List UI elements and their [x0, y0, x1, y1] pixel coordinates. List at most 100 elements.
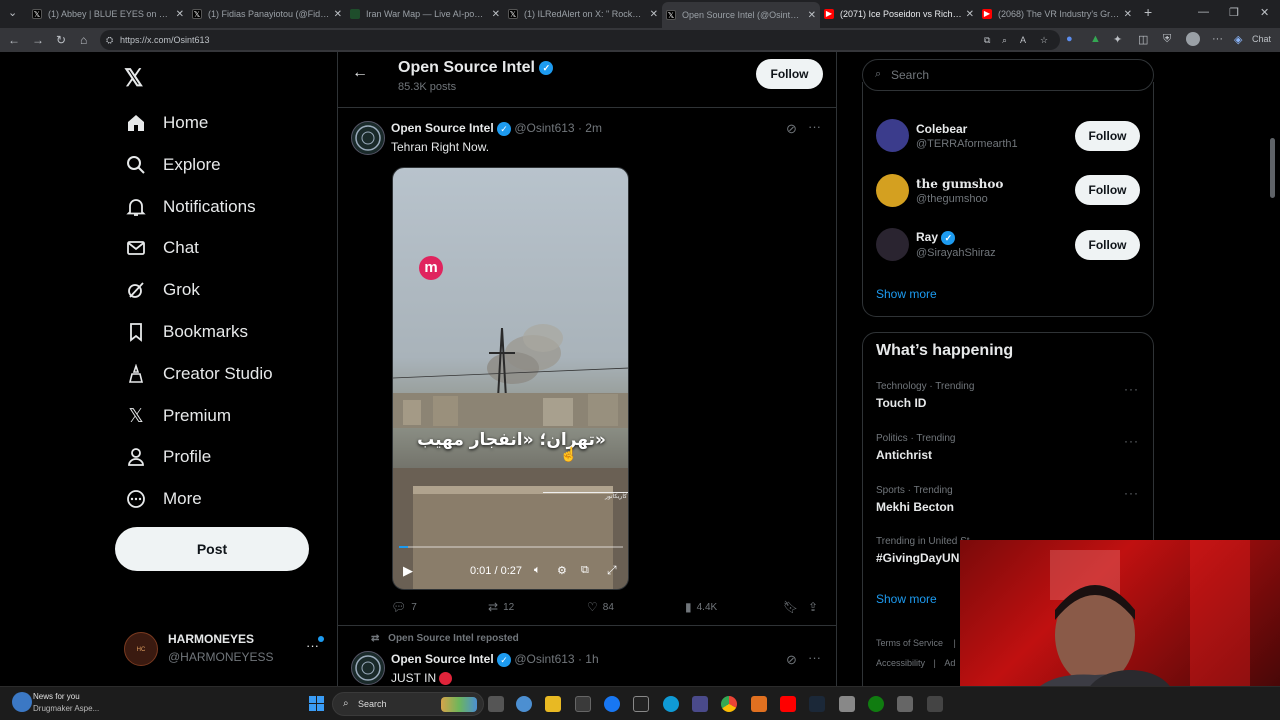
tweet-time[interactable]: 2m — [585, 121, 602, 135]
close-tab-icon[interactable]: ✕ — [966, 9, 974, 20]
page-scrollbar[interactable] — [1270, 138, 1275, 198]
close-tab-icon[interactable]: ✕ — [176, 9, 184, 20]
ads-link[interactable]: Ad — [944, 658, 955, 668]
tweet[interactable]: Open Source Intel ✓ @Osint613 · 2m ⊘ ···… — [338, 109, 836, 626]
tweet-handle[interactable]: @Osint613 — [514, 652, 574, 666]
split-screen-icon[interactable]: ◫ — [1138, 33, 1148, 46]
like-button[interactable]: ♡ 84 — [587, 600, 614, 614]
close-tab-icon[interactable]: ✕ — [334, 9, 342, 20]
follow-button[interactable]: Follow — [756, 59, 823, 89]
trend-item[interactable]: Politics · Trending Antichrist — [876, 433, 955, 462]
bookmark-button[interactable]: 🔖︎ — [783, 600, 803, 614]
share-button[interactable]: ⇪ — [808, 600, 823, 614]
trend-item[interactable]: Trending in United St #GivingDayUN — [876, 536, 970, 565]
task-view-icon[interactable] — [488, 696, 504, 712]
account-switcher[interactable]: HC HARMONEYES @HARMONEYESS ··· — [124, 630, 334, 670]
nav-profile[interactable]: Profile — [124, 441, 211, 473]
extension-icon[interactable]: ▲ — [1090, 33, 1101, 45]
nav-premium[interactable]: 𝕏 Premium — [124, 400, 231, 432]
follow-button[interactable]: Follow — [1075, 121, 1140, 151]
terms-link[interactable]: Terms of Service — [876, 638, 943, 648]
install-app-icon[interactable]: ⧉ — [984, 30, 990, 50]
favorite-star-icon[interactable]: ☆ — [1040, 30, 1048, 50]
copilot-chat-label[interactable]: Chat — [1252, 34, 1271, 44]
minimize-icon[interactable]: — — [1198, 6, 1209, 18]
facebook-icon[interactable] — [604, 696, 620, 712]
x-logo-icon[interactable]: 𝕏 — [124, 64, 143, 93]
extensions-puzzle-icon[interactable]: ✦ — [1113, 33, 1122, 46]
calculator-icon[interactable] — [692, 696, 708, 712]
tweet[interactable]: ⇄ Open Source Intel reposted Open Source… — [338, 628, 836, 686]
browser-tab[interactable]: 𝕏 (1) Fidias Panayiotou (@Fidias0) /✕ — [188, 4, 346, 24]
nav-explore[interactable]: Explore — [124, 149, 221, 181]
read-aloud-icon[interactable]: A — [1020, 30, 1026, 50]
nav-grok[interactable]: Grok — [124, 274, 200, 306]
forward-icon[interactable]: → — [32, 33, 44, 47]
browser-tab[interactable]: 𝕏 (1) ILRedAlert on X: " Rocket A ✕ — [504, 4, 662, 24]
close-window-icon[interactable]: ✕ — [1260, 6, 1269, 19]
tweet-author-name[interactable]: Open Source Intel — [391, 121, 494, 135]
close-tab-icon[interactable]: ✕ — [492, 9, 500, 20]
browser-tab-active[interactable]: 𝕏 Open Source Intel (@Osint613) / ✕ — [662, 2, 820, 28]
volume-icon[interactable]: 🔈︎ — [534, 564, 541, 577]
vlc-icon[interactable] — [751, 696, 767, 712]
nav-notifications[interactable]: Notifications — [124, 191, 256, 223]
video-progress-track[interactable] — [399, 546, 623, 548]
browser-tab[interactable]: 𝕏 (1) Abbey | BLUE EYES on X: "The✕ — [28, 4, 188, 24]
nav-more[interactable]: More — [124, 483, 202, 515]
accessibility-link[interactable]: Accessibility — [876, 658, 925, 668]
trend-more-icon[interactable]: ··· — [1124, 434, 1139, 448]
post-button[interactable]: Post — [115, 527, 309, 571]
copilot-icon[interactable]: ◈ — [1234, 33, 1242, 46]
tweet-more-icon[interactable]: ··· — [808, 650, 821, 665]
site-info-icon[interactable]: ⛭ — [106, 30, 113, 50]
back-arrow-icon[interactable]: ← — [352, 64, 368, 82]
nav-bookmarks[interactable]: Bookmarks — [124, 316, 248, 348]
reload-icon[interactable]: ↻ — [56, 33, 66, 47]
close-tab-icon[interactable]: ✕ — [808, 10, 816, 21]
tweet-avatar[interactable] — [351, 121, 385, 155]
tab-search-icon[interactable]: ⌄ — [8, 6, 17, 19]
steam-icon[interactable] — [809, 696, 825, 712]
tweet-video[interactable]: m تهران؛ «انفجار مهیب» کاریکاتور ▶ 0:01 … — [392, 167, 629, 590]
home-button-icon[interactable]: ⌂ — [80, 33, 87, 47]
repost-button[interactable]: ⇄ 12 — [488, 600, 514, 614]
tweet-author-name[interactable]: Open Source Intel — [391, 652, 494, 666]
news-widget-icon[interactable] — [12, 692, 32, 712]
trend-item[interactable]: Sports · Trending Mekhi Becton — [876, 485, 954, 514]
grok-explain-icon[interactable]: ⊘ — [786, 121, 797, 137]
suggested-account[interactable]: Ray ✓ @SirayahShiraz — [876, 228, 996, 261]
tweet-handle[interactable]: @Osint613 — [514, 121, 574, 135]
grok-explain-icon[interactable]: ⊘ — [786, 652, 797, 668]
edge-icon[interactable] — [663, 696, 679, 712]
browser-tab[interactable]: Iran War Map — Live AI-powered ✕ — [346, 4, 504, 24]
windows-start-icon[interactable] — [309, 696, 324, 711]
tweet-time[interactable]: 1h — [585, 652, 598, 666]
nav-home[interactable]: Home — [124, 107, 208, 139]
copilot-taskbar-icon[interactable] — [516, 696, 532, 712]
app-icon[interactable] — [927, 696, 943, 712]
profile-avatar-icon[interactable] — [1186, 32, 1200, 46]
nav-chat[interactable]: Chat — [124, 232, 199, 264]
browser-tab[interactable]: ▶ (2068) The VR Industry's Great Re✕ — [978, 4, 1136, 24]
close-tab-icon[interactable]: ✕ — [650, 9, 658, 20]
views-button[interactable]: ▮ 4.4K — [685, 600, 717, 614]
maximize-icon[interactable]: ❐ — [1229, 6, 1239, 19]
show-more-link[interactable]: Show more — [876, 287, 937, 301]
file-explorer-icon[interactable] — [545, 696, 561, 712]
trend-more-icon[interactable]: ··· — [1124, 382, 1139, 396]
tweet-more-icon[interactable]: ··· — [808, 119, 821, 134]
suggested-account[interactable]: Colebear @TERRAformearth1 — [876, 119, 1018, 152]
suggested-account[interactable]: the gumshoo @thegumshoo — [876, 174, 1003, 207]
nav-creator-studio[interactable]: Creator Studio — [124, 358, 273, 390]
xbox-icon[interactable] — [868, 696, 884, 712]
tweet-avatar[interactable] — [351, 651, 385, 685]
follow-button[interactable]: Follow — [1075, 230, 1140, 260]
browser-tab[interactable]: ▶ (2071) Ice Poseidon vs Rich Politic✕ — [820, 4, 978, 24]
app-icon[interactable] — [897, 696, 913, 712]
reply-button[interactable]: 💬︎ 7 — [391, 600, 417, 614]
show-more-link[interactable]: Show more — [876, 592, 937, 606]
new-tab-icon[interactable]: + — [1144, 4, 1152, 20]
youtube-icon[interactable] — [780, 696, 796, 712]
store-icon[interactable] — [575, 696, 591, 712]
